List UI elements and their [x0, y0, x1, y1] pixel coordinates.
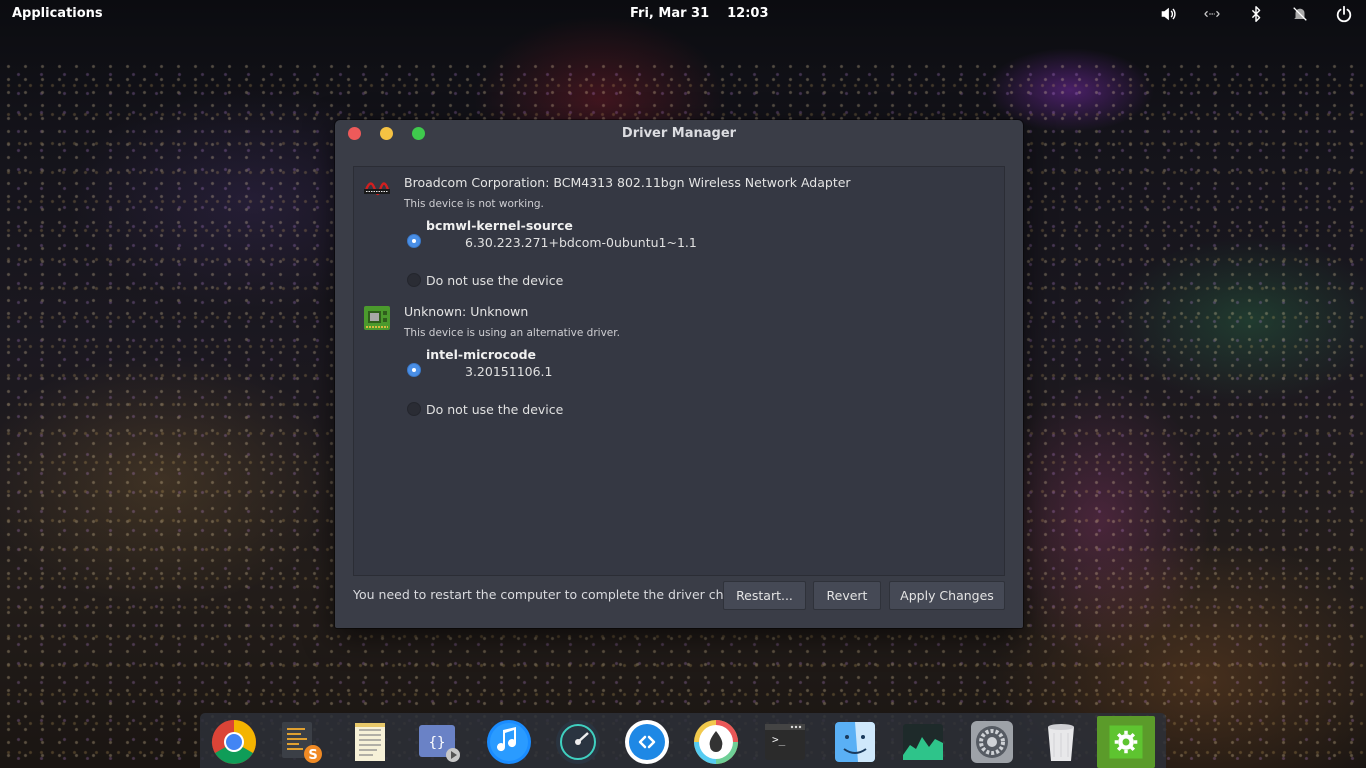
device-status: This device is not working.: [404, 198, 544, 210]
chrome-icon[interactable]: [211, 719, 257, 765]
driver-radio[interactable]: [407, 234, 421, 248]
time-label: 12:03: [727, 6, 769, 21]
trash-icon[interactable]: [1038, 719, 1084, 765]
text-editor-icon[interactable]: [347, 719, 393, 765]
stacer-icon[interactable]: [555, 719, 601, 765]
terminal-icon[interactable]: >_: [762, 719, 808, 765]
driver-version: 3.20151106.1: [465, 364, 553, 379]
bluetooth-icon[interactable]: [1246, 4, 1266, 24]
driver-version: 6.30.223.271+bdcom-0ubuntu1~1.1: [465, 235, 697, 250]
chip-icon: [362, 303, 392, 333]
date-label: Fri, Mar 31: [630, 6, 710, 21]
color-picker-icon[interactable]: [693, 719, 739, 765]
power-icon[interactable]: [1334, 4, 1354, 24]
restart-button[interactable]: Restart...: [723, 581, 806, 610]
dock: S {} >_: [200, 713, 1166, 768]
network-icon[interactable]: [1202, 4, 1222, 24]
settings-icon[interactable]: [969, 719, 1015, 765]
applications-menu-button[interactable]: Applications: [12, 6, 103, 21]
svg-text:S: S: [308, 748, 317, 763]
device-status: This device is using an alternative driv…: [404, 327, 620, 339]
driver-manager-window: Driver Manager Broadcom Corporation: BCM…: [335, 120, 1023, 628]
top-panel: Applications Fri, Mar 31 12:03: [0, 0, 1366, 28]
driver-radio[interactable]: [407, 363, 421, 377]
teamviewer-icon[interactable]: [624, 719, 670, 765]
volume-icon[interactable]: [1158, 4, 1178, 24]
no-device-label[interactable]: Do not use the device: [426, 273, 563, 288]
no-device-radio[interactable]: [407, 402, 421, 416]
svg-text:>_: >_: [772, 733, 786, 746]
svg-text:{}: {}: [429, 735, 446, 751]
restart-message: You need to restart the computer to comp…: [353, 587, 766, 602]
titlebar[interactable]: Driver Manager: [335, 120, 1023, 148]
device-list: Broadcom Corporation: BCM4313 802.11bgn …: [353, 166, 1005, 576]
driver-name: bcmwl-kernel-source: [426, 218, 573, 233]
indicator-area: [1158, 4, 1354, 24]
code-editor-icon[interactable]: {}: [415, 719, 461, 765]
datetime-indicator[interactable]: Fri, Mar 31 12:03: [630, 6, 769, 21]
no-device-radio[interactable]: [407, 273, 421, 287]
no-device-label[interactable]: Do not use the device: [426, 402, 563, 417]
system-monitor-icon[interactable]: [900, 719, 946, 765]
window-title: Driver Manager: [621, 126, 737, 141]
broadcom-logo-icon: [362, 173, 392, 203]
driver-name: intel-microcode: [426, 347, 537, 362]
apply-changes-button[interactable]: Apply Changes: [889, 581, 1005, 610]
device-name: Unknown: Unknown: [404, 304, 529, 319]
finder-icon[interactable]: [832, 719, 878, 765]
revert-button[interactable]: Revert: [813, 581, 881, 610]
sublime-text-icon[interactable]: S: [278, 719, 324, 765]
music-icon[interactable]: [486, 719, 532, 765]
driver-manager-icon[interactable]: [1097, 716, 1155, 768]
notifications-icon[interactable]: [1290, 4, 1310, 24]
device-name: Broadcom Corporation: BCM4313 802.11bgn …: [404, 175, 851, 190]
